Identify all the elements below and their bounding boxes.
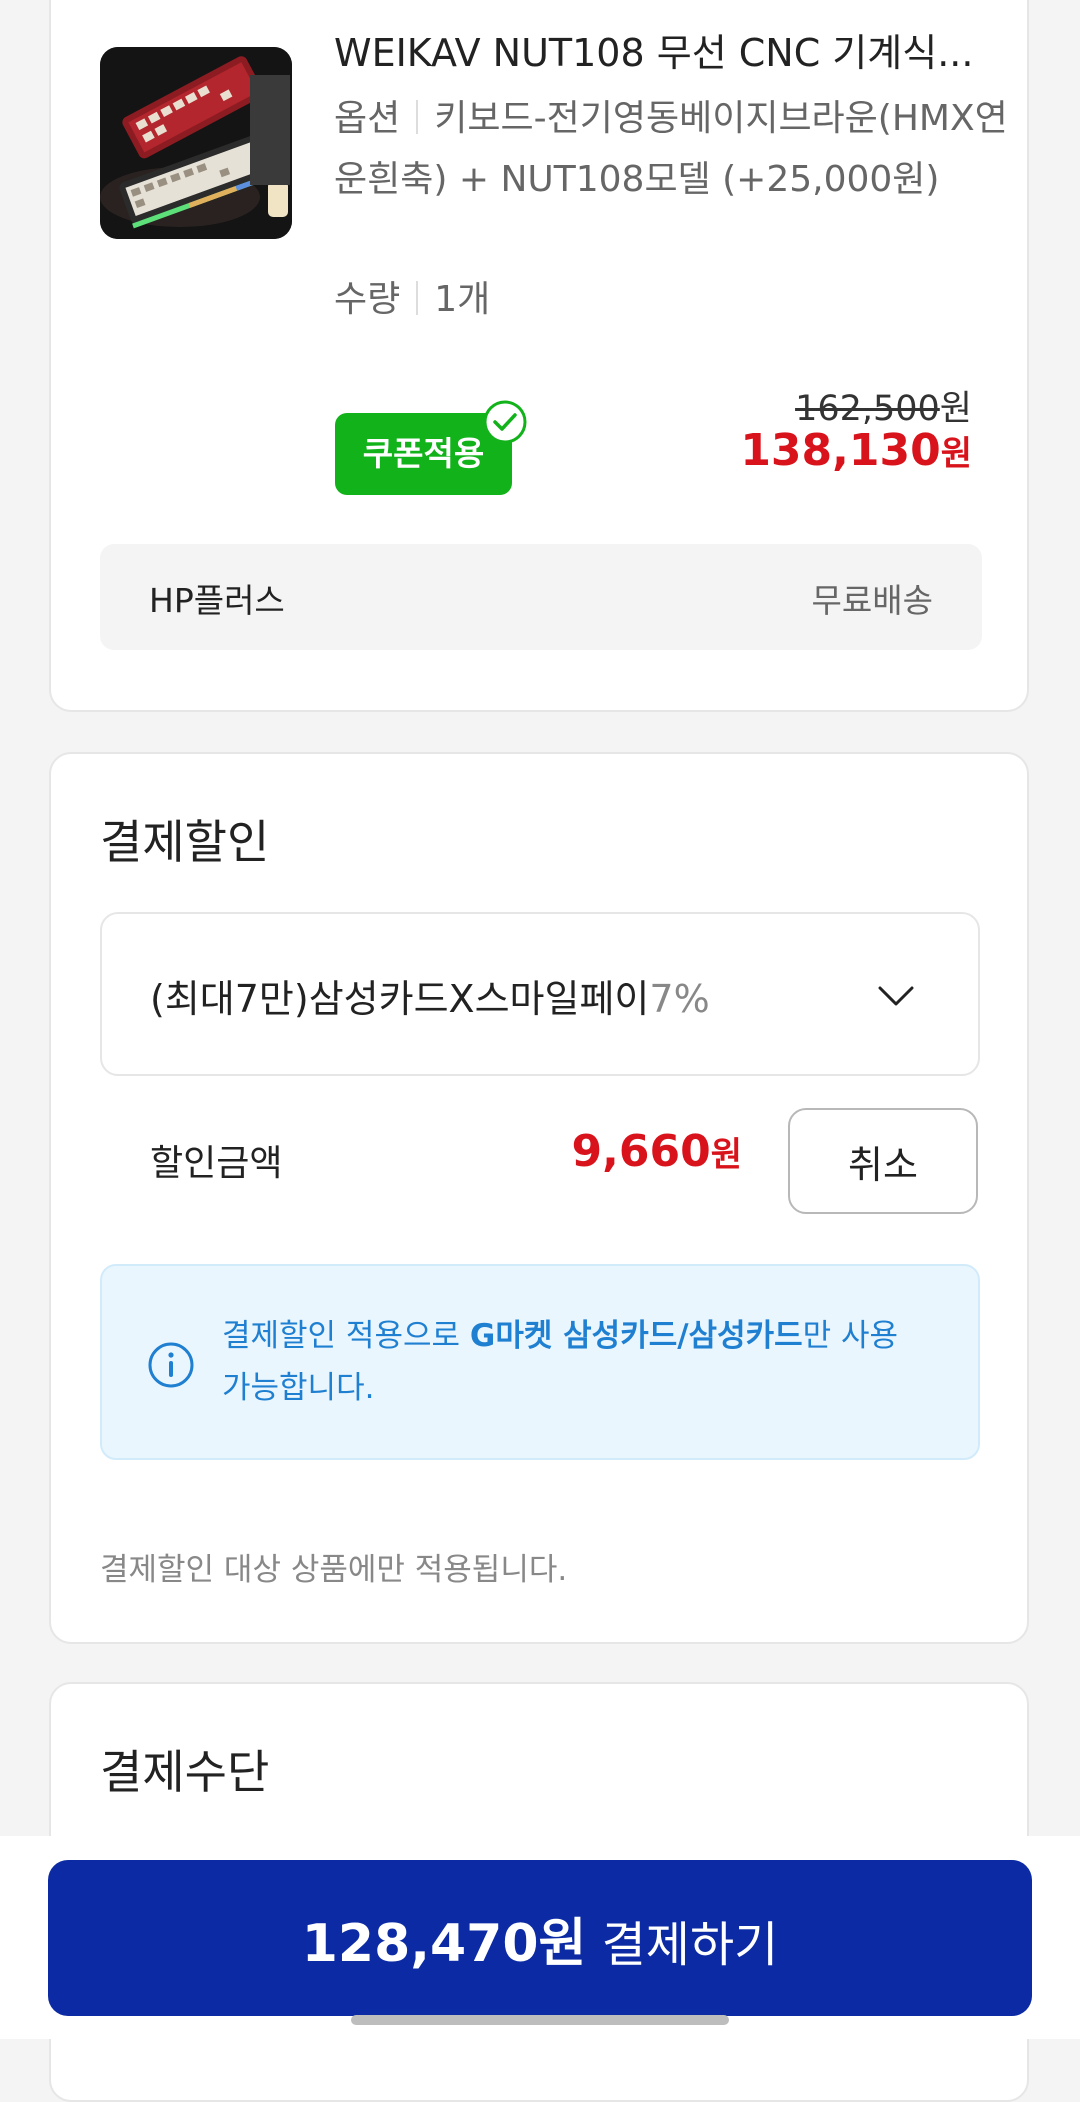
selected-discount-rate: 7% [649, 977, 710, 1021]
info-text-pre: 결제할인 적용으로 [222, 1318, 470, 1354]
original-price-value: 162,500 [795, 389, 940, 429]
pay-label: 결제하기 [586, 1916, 779, 1973]
option-value: 키보드-전기영동베이지브라운(HMX연운흰축) + NUT108모델 (+25,… [334, 98, 1008, 200]
quantity-label: 수량 [334, 279, 401, 320]
payment-discount-card: 결제할인 (최대7만)삼성카드X스마일페이7% 할인금액 9,660원 취소 결… [49, 752, 1029, 1644]
sale-price-value: 138,130 [740, 425, 941, 476]
product-thumbnail[interactable] [100, 47, 292, 239]
home-indicator[interactable] [351, 2015, 729, 2025]
discount-amount-unit: 원 [710, 1135, 742, 1175]
quantity-divider [416, 281, 419, 315]
sale-price: 138,130원 [740, 425, 972, 476]
check-circle-icon [483, 400, 527, 444]
original-price-unit: 원 [939, 389, 972, 429]
option-divider [416, 100, 419, 134]
info-text-highlight: G마켓 삼성카드/삼성카드 [469, 1318, 803, 1354]
pay-amount: 128,470원 [301, 1913, 587, 1974]
shipping-fee: 무료배송 [811, 581, 933, 620]
discount-info-notice: 결제할인 적용으로 G마켓 삼성카드/삼성카드만 사용 가능합니다. [100, 1264, 980, 1460]
option-label: 옵션 [334, 98, 401, 139]
pay-button[interactable]: 128,470원 결제하기 [48, 1860, 1032, 2016]
discount-amount-label: 할인금액 [150, 1143, 283, 1184]
section-title-payment: 결제수단 [100, 1745, 270, 1799]
product-quantity: 수량 1개 [334, 270, 490, 322]
selected-discount: (최대7만)삼성카드X스마일페이7% [150, 968, 710, 1023]
sale-price-unit: 원 [940, 434, 972, 474]
product-title[interactable]: WEIKAV NUT108 무선 CNC 기계식... [334, 22, 1024, 77]
shipping-seller-label: HP플러스 [149, 581, 285, 620]
selected-discount-name: (최대7만)삼성카드X스마일페이 [150, 977, 650, 1021]
original-price: 162,500원 [795, 380, 972, 431]
discount-amount: 9,660원 [572, 1126, 742, 1177]
discount-note: 결제할인 대상 상품에만 적용됩니다. [100, 1552, 568, 1588]
shipping-info: HP플러스 무료배송 [100, 544, 982, 650]
quantity-value: 1개 [434, 279, 491, 320]
product-option: 옵션 키보드-전기영동베이지브라운(HMX연운흰축) + NUT108모델 (+2… [334, 88, 1034, 210]
discount-card-select[interactable]: (최대7만)삼성카드X스마일페이7% [100, 912, 980, 1076]
order-product-card: WEIKAV NUT108 무선 CNC 기계식... 옵션 키보드-전기영동베이… [49, 0, 1029, 712]
chevron-down-icon [878, 986, 914, 1006]
cancel-discount-button[interactable]: 취소 [788, 1108, 978, 1214]
discount-info-text: 결제할인 적용으로 G마켓 삼성카드/삼성카드만 사용 가능합니다. [222, 1310, 922, 1414]
section-title: 결제할인 [100, 815, 270, 869]
info-icon [148, 1342, 194, 1388]
discount-amount-value: 9,660 [571, 1126, 711, 1177]
